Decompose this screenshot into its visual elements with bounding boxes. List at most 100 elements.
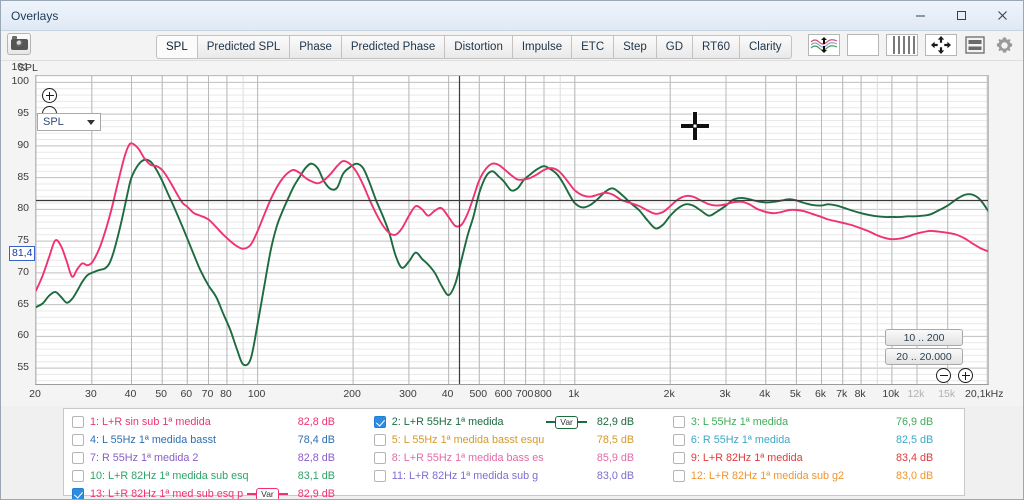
x-tick-7k: 7k xyxy=(836,388,848,400)
spl-graph[interactable] xyxy=(35,75,989,385)
legend-var-badge[interactable]: Var xyxy=(247,487,288,499)
legend-row[interactable]: 4: L 55Hz 1ª medida basst 78,4 dB xyxy=(72,431,366,449)
legend-line-swatch-right xyxy=(278,493,288,495)
legend-label: 13: L+R 82Hz 1ª med sub esq p xyxy=(90,488,244,500)
legend-label: 9: L+R 82Hz 1ª medida xyxy=(690,452,803,464)
legend-checkbox[interactable] xyxy=(373,416,386,428)
close-button[interactable] xyxy=(982,1,1023,30)
x-tick-40: 40 xyxy=(124,388,137,400)
legend-checkbox[interactable] xyxy=(373,434,386,446)
legend-line-swatch-right xyxy=(577,421,587,423)
legend-value: 83,1 dB xyxy=(297,470,335,482)
x-tick-8k: 8k xyxy=(854,388,866,400)
legend-row[interactable]: 1: L+R sin sub 1ª medida 82,8 dB xyxy=(72,413,366,431)
tab-clarity[interactable]: Clarity xyxy=(738,35,792,59)
legend-line-swatch-left xyxy=(546,421,556,423)
legend-checkbox[interactable] xyxy=(72,452,84,464)
legend-var-badge[interactable]: Var xyxy=(546,415,587,429)
legend-var-label: Var xyxy=(256,487,279,499)
y-tick-55: 55 xyxy=(17,361,29,374)
y-tick-75: 75 xyxy=(17,234,29,247)
measurement-select[interactable]: SPL xyxy=(37,113,101,131)
legend-label: 8: L+R 55Hz 1ª medida bass es xyxy=(391,452,544,464)
range-preset-20-20000-button[interactable]: 20 .. 20.000 xyxy=(885,348,963,365)
legend-checkbox[interactable] xyxy=(72,470,84,482)
x-tick-200: 200 xyxy=(343,388,361,400)
measurement-select-value: SPL xyxy=(43,116,64,128)
legend-checkbox[interactable] xyxy=(72,416,84,428)
tab-distortion[interactable]: Distortion xyxy=(444,35,512,59)
move-arrows-icon[interactable] xyxy=(925,34,957,56)
legend-label: 10: L+R 82Hz 1ª medida sub esq xyxy=(90,470,249,482)
legend-row[interactable]: 2: L+R 55Hz 1ª medida Var 82,9 dB xyxy=(373,413,665,431)
tab-impulse[interactable]: Impulse xyxy=(511,35,572,59)
overlays-window: Overlays SPL Predicted SPL Phase Predicted … xyxy=(0,0,1024,500)
x-tick-800: 800 xyxy=(534,388,552,400)
legend-value: 76,9 dB xyxy=(896,416,934,428)
chevron-down-icon xyxy=(87,120,95,125)
legend-row[interactable]: 13: L+R 82Hz 1ª med sub esq p Var 82,9 dB xyxy=(72,485,366,500)
x-tick-6k: 6k xyxy=(814,388,827,400)
camera-icon[interactable] xyxy=(7,33,31,55)
waveform-traces-icon[interactable] xyxy=(808,34,840,56)
chart-panel: SPL 101 100 95 90 85 80 75 70 65 60 55 20 30 40 50 60 7… xyxy=(1,61,1023,460)
x-tick-700: 700 xyxy=(515,388,534,400)
legend-checkbox[interactable] xyxy=(672,470,685,482)
legend-value: 82,8 dB xyxy=(297,452,335,464)
legend-value: 82,8 dB xyxy=(297,416,335,428)
y-zoom-in-button[interactable] xyxy=(42,88,57,103)
bars-columns-icon[interactable] xyxy=(886,34,918,56)
tab-gd[interactable]: GD xyxy=(655,35,693,59)
legend-row[interactable]: 9: L+R 82Hz 1ª medida 83,4 dB xyxy=(672,449,964,467)
y-tick-101: 101 xyxy=(11,61,29,73)
legend-row[interactable]: 12: L+R 82Hz 1ª medida sub g2 83,0 dB xyxy=(672,467,964,485)
legend-row[interactable]: 6: R 55Hz 1ª medida 82,5 dB xyxy=(672,431,964,449)
legend-row[interactable]: 5: L 55Hz 1ª medida basst esqu 78,5 dB xyxy=(373,431,665,449)
gear-icon[interactable] xyxy=(993,34,1015,56)
legend-checkbox[interactable] xyxy=(672,452,685,464)
legend-row[interactable]: 7: R 55Hz 1ª medida 2 82,8 dB xyxy=(72,449,366,467)
legend-label: 4: L 55Hz 1ª medida basst xyxy=(90,434,217,446)
tab-predicted-spl[interactable]: Predicted SPL xyxy=(196,35,290,59)
tab-phase[interactable]: Phase xyxy=(289,35,341,59)
legend-label: 5: L 55Hz 1ª medida basst esqu xyxy=(391,434,545,446)
legend-value: 83,4 dB xyxy=(896,452,934,464)
x-tick-1k: 1k xyxy=(568,388,580,400)
legend-row[interactable]: 8: L+R 55Hz 1ª medida bass es 85,9 dB xyxy=(373,449,665,467)
tab-spl[interactable]: SPL xyxy=(156,35,197,59)
x-zoom-in-button[interactable] xyxy=(958,368,973,383)
legend-row[interactable]: 11: L+R 82Hz 1ª medida sub g 83,0 dB xyxy=(373,467,665,485)
toolbar-right-tools xyxy=(808,34,1015,56)
legend-checkbox[interactable] xyxy=(72,434,84,446)
legend-checkbox[interactable] xyxy=(672,416,685,428)
x-tick-300: 300 xyxy=(399,388,417,400)
x-zoom-out-button[interactable] xyxy=(936,368,951,383)
x-tick-5k: 5k xyxy=(789,388,801,400)
blank-page-icon[interactable] xyxy=(847,34,879,56)
legend-checkbox[interactable] xyxy=(72,488,84,499)
tab-step[interactable]: Step xyxy=(613,35,656,59)
x-tick-40: 40 xyxy=(441,388,454,400)
tab-rt60[interactable]: RT60 xyxy=(692,35,739,59)
title-bar: Overlays xyxy=(1,1,1023,31)
legend-row[interactable]: 10: L+R 82Hz 1ª medida sub esq 83,1 dB xyxy=(72,467,366,485)
maximize-button[interactable] xyxy=(941,1,982,30)
legend-checkbox[interactable] xyxy=(672,434,685,446)
legend-checkbox[interactable] xyxy=(373,470,386,482)
minimize-button[interactable] xyxy=(900,1,941,30)
y-tick-70: 70 xyxy=(17,265,29,278)
tab-etc[interactable]: ETC xyxy=(571,35,614,59)
legend-checkbox[interactable] xyxy=(373,452,386,464)
legend-label: 6: R 55Hz 1ª medida xyxy=(690,434,791,446)
x-tick-2k: 2k xyxy=(663,388,675,400)
legend-row[interactable]: 3: L 55Hz 1ª medida 76,9 dB xyxy=(672,413,964,431)
range-preset-10-200-button[interactable]: 10 .. 200 xyxy=(885,329,963,346)
x-tick-20,1kHz: 20,1kHz xyxy=(965,388,1004,400)
x-tick-30: 30 xyxy=(84,388,97,400)
window-title: Overlays xyxy=(11,8,59,23)
legend-value: 83,0 dB xyxy=(896,470,934,482)
layout-panels-icon[interactable] xyxy=(964,34,986,56)
legend-label: 3: L 55Hz 1ª medida xyxy=(690,416,789,428)
tab-predicted-phase[interactable]: Predicted Phase xyxy=(340,35,445,59)
legend-line-swatch-left xyxy=(247,493,257,495)
